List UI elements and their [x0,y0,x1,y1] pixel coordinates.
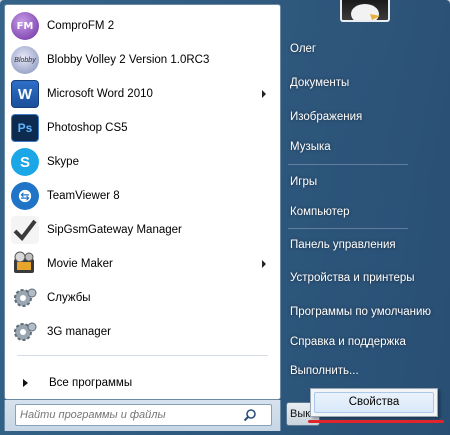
program-item-blobby-volley[interactable]: Blobby Blobby Volley 2 Version 1.0RC3 [5,43,280,77]
program-item-photoshop[interactable]: Ps Photoshop CS5 [5,111,280,145]
program-item-3g-manager[interactable]: 3G manager [5,315,280,349]
separator [288,164,408,165]
music-link[interactable]: Музыка [290,141,331,153]
word-icon: W [11,80,39,108]
program-label: Microsoft Word 2010 [47,88,153,100]
search-box[interactable] [15,404,272,426]
pictures-link[interactable]: Изображения [290,111,362,123]
program-label: Movie Maker [47,258,113,270]
teamviewer-icon: ⇆ [11,182,39,210]
computer-link[interactable]: Компьютер [290,206,350,218]
user-avatar[interactable] [340,0,390,22]
program-label: Службы [47,292,91,304]
properties-menu-item[interactable]: Свойства [314,392,434,413]
program-item-movie-maker[interactable]: Movie Maker [5,247,280,281]
separator [17,355,268,356]
help-support-link[interactable]: Справка и поддержка [290,336,406,348]
program-label: TeamViewer 8 [47,190,120,202]
program-item-teamviewer[interactable]: ⇆ TeamViewer 8 [5,179,280,213]
program-label: 3G manager [47,326,111,338]
separator [288,228,408,229]
games-link[interactable]: Игры [290,176,317,188]
documents-link[interactable]: Документы [290,77,349,89]
skype-icon: S [11,148,39,176]
all-programs-button[interactable]: Все программы [5,371,280,395]
right-arrow-icon [23,379,28,387]
submenu-arrow-icon[interactable] [262,260,266,268]
context-menu: Свойства [310,388,438,417]
program-item-sipgsmgateway[interactable]: SipGsmGateway Manager [5,213,280,247]
3g-manager-gear-icon [11,318,39,346]
program-label: Photoshop CS5 [47,122,128,134]
search-input[interactable] [20,407,230,423]
default-programs-link[interactable]: Программы по умолчанию [290,306,431,318]
movie-maker-icon [11,250,39,278]
program-label: Skype [47,156,79,168]
blobby-volley-icon: Blobby [11,46,39,74]
program-label: SipGsmGateway Manager [47,224,182,236]
devices-printers-link[interactable]: Устройства и принтеры [290,272,415,284]
program-item-comprofm[interactable]: FM ComproFM 2 [5,9,280,43]
all-programs-label: Все программы [49,377,133,389]
comprofm-icon: FM [11,12,39,40]
photoshop-icon: Ps [11,114,39,142]
highlight-underline [308,420,444,423]
program-item-skype[interactable]: S Skype [5,145,280,179]
submenu-arrow-icon[interactable] [262,90,266,98]
search-area [4,400,281,431]
start-menu: FM ComproFM 2 Blobby Blobby Volley 2 Ver… [0,0,450,435]
programs-pane: FM ComproFM 2 Blobby Blobby Volley 2 Ver… [4,4,281,400]
user-name-link[interactable]: Олег [290,43,316,55]
program-item-word[interactable]: W Microsoft Word 2010 [5,77,280,111]
search-icon[interactable] [243,408,257,422]
program-item-services[interactable]: Службы [5,281,280,315]
program-label: Blobby Volley 2 Version 1.0RC3 [47,54,210,66]
services-gear-icon [11,284,39,312]
run-link[interactable]: Выполнить... [290,365,359,377]
control-panel-link[interactable]: Панель управления [290,239,396,251]
program-label: ComproFM 2 [47,20,115,32]
checkmark-icon [11,216,39,244]
